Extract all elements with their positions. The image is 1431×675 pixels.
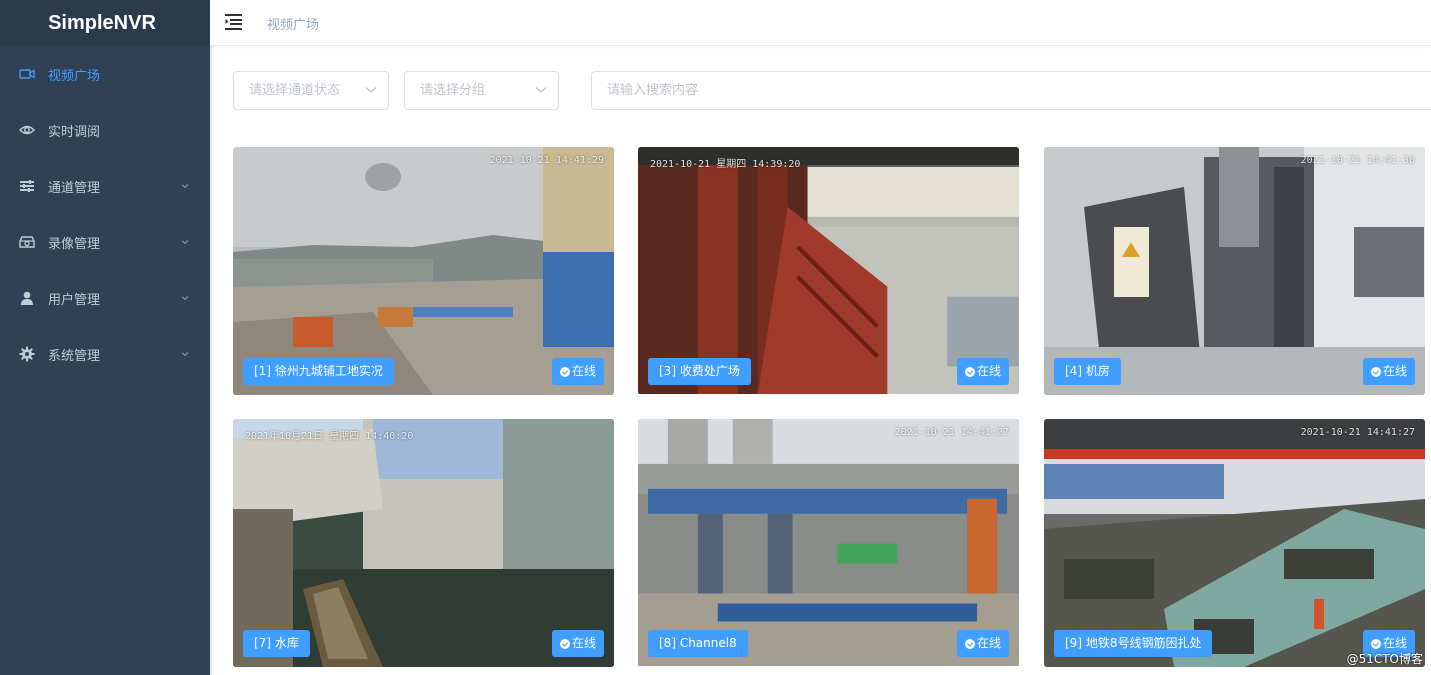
gear-icon <box>18 345 36 363</box>
check-circle-icon <box>1370 366 1381 377</box>
channel-name-badge: [3] 收费处广场 <box>648 358 751 385</box>
status-badge: 在线 <box>956 630 1009 657</box>
sidebar-item-recording-management[interactable]: 录像管理 <box>0 214 210 270</box>
channel-name-badge: [8] Channel8 <box>648 630 748 657</box>
status-badge: 在线 <box>551 630 604 657</box>
check-circle-icon <box>964 366 975 377</box>
sidebar-item-label: 视频广场 <box>48 68 101 84</box>
status-label: 在线 <box>976 636 1001 650</box>
chevron-down-icon <box>181 240 189 245</box>
chevron-down-icon <box>181 184 189 189</box>
channel-name-badge: [4] 机房 <box>1054 358 1121 385</box>
video-timestamp: 2021-10-21 14:41:29 <box>489 155 604 166</box>
sidebar-item-label: 系统管理 <box>48 348 101 364</box>
check-circle-icon <box>559 638 570 649</box>
status-label: 在线 <box>1382 364 1407 378</box>
menu-fold-icon[interactable] <box>225 13 245 31</box>
status-badge: 在线 <box>551 358 604 385</box>
sidebar-item-live-view[interactable]: 实时调阅 <box>0 102 210 158</box>
chevron-down-icon <box>181 296 189 301</box>
check-circle-icon <box>559 366 570 377</box>
channel-card[interactable]: 2021-10-21 星期四 14:39:20 [3] 收费处广场 在线 <box>638 147 1019 395</box>
channel-name-badge: [9] 地铁8号线钢筋困扎处 <box>1054 630 1213 657</box>
channel-name-badge: [7] 水库 <box>243 630 310 657</box>
channel-name-badge: [1] 徐州九城铺工地实况 <box>243 358 394 385</box>
channel-card[interactable]: 2021年10月21日 星期四 14:40:20 [7] 水库 在线 <box>233 419 614 667</box>
sidebar-item-system-management[interactable]: 系统管理 <box>0 326 210 382</box>
sidebar-item-label: 通道管理 <box>48 180 101 196</box>
channel-card[interactable]: 2021-10-21 14:41:29 [1] 徐州九城铺工地实况 在线 <box>233 147 614 395</box>
sliders-icon <box>18 177 36 195</box>
top-navbar: 视频广场 <box>210 0 1431 46</box>
check-circle-icon <box>1370 638 1381 649</box>
channel-card[interactable]: 2021-10-21 14:41:36 [4] 机房 在线 <box>1044 147 1425 395</box>
select-placeholder: 请选择通道状态 <box>249 83 341 98</box>
chevron-down-icon <box>535 87 547 93</box>
channel-card[interactable]: 2021-10-21 14:41:27 [9] 地铁8号线钢筋困扎处 在线 <box>1044 419 1425 667</box>
video-timestamp: 2021-10-21 14:41:27 <box>894 427 1009 438</box>
select-placeholder: 请选择分组 <box>420 83 486 98</box>
recorder-icon <box>18 233 36 251</box>
status-label: 在线 <box>571 364 596 378</box>
sidebar-item-label: 用户管理 <box>48 292 101 308</box>
sidebar-menu: 视频广场 实时调阅 通道管理 录像管理 用户管理 系统管理 <box>0 46 210 382</box>
sidebar: SimpleNVR 视频广场 实时调阅 通道管理 录像管理 用户管理 系统管理 <box>0 0 210 675</box>
sidebar-item-user-management[interactable]: 用户管理 <box>0 270 210 326</box>
user-icon <box>18 289 36 307</box>
channel-card[interactable]: 2021-10-21 14:41:27 [8] Channel8 在线 <box>638 419 1019 667</box>
breadcrumb: 视频广场 <box>267 18 320 33</box>
check-circle-icon <box>964 638 975 649</box>
video-timestamp: 2021-10-21 14:41:27 <box>1300 427 1415 438</box>
app-logo[interactable]: SimpleNVR <box>0 0 210 46</box>
status-label: 在线 <box>571 636 596 650</box>
video-camera-icon <box>18 65 36 83</box>
chevron-down-icon <box>365 87 377 93</box>
video-timestamp: 2021-10-21 星期四 14:39:20 <box>650 159 801 170</box>
status-badge: 在线 <box>1362 358 1415 385</box>
search-input[interactable] <box>591 71 1431 110</box>
sidebar-item-label: 录像管理 <box>48 236 101 252</box>
channel-status-select[interactable]: 请选择通道状态 <box>233 71 389 110</box>
eye-icon <box>18 121 36 139</box>
sidebar-item-video-square[interactable]: 视频广场 <box>0 46 210 102</box>
status-badge: 在线 <box>956 358 1009 385</box>
sidebar-edge-shadow <box>210 0 214 675</box>
watermark: @51CTO博客 <box>1346 652 1423 666</box>
status-label: 在线 <box>976 364 1001 378</box>
sidebar-item-label: 实时调阅 <box>48 124 101 140</box>
sidebar-item-channel-management[interactable]: 通道管理 <box>0 158 210 214</box>
chevron-down-icon <box>181 352 189 357</box>
video-timestamp: 2021-10-21 14:41:36 <box>1300 155 1415 166</box>
video-timestamp: 2021年10月21日 星期四 14:40:20 <box>245 431 414 442</box>
group-select[interactable]: 请选择分组 <box>404 71 559 110</box>
